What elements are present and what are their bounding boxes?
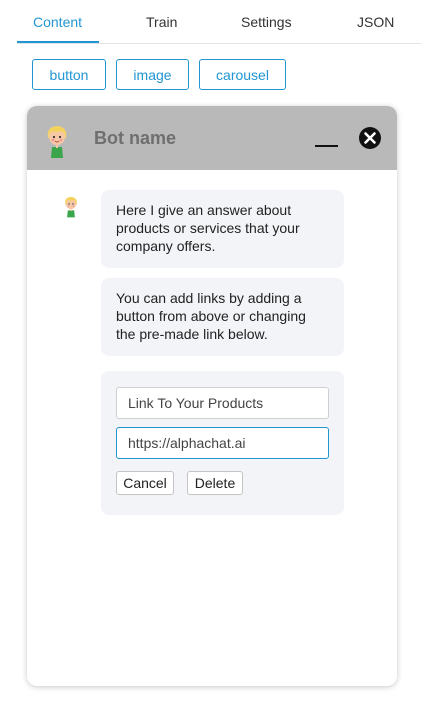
active-tab-indicator bbox=[17, 41, 99, 43]
chat-window: Bot name Here I give an answer about pro… bbox=[27, 106, 397, 686]
link-url-input[interactable] bbox=[116, 427, 329, 459]
link-button-card: Cancel Delete bbox=[101, 371, 344, 515]
tab-settings[interactable]: Settings bbox=[241, 14, 292, 30]
close-icon[interactable] bbox=[358, 126, 382, 150]
minimize-icon[interactable] bbox=[315, 145, 338, 147]
tab-bar: Content Train Settings JSON bbox=[17, 0, 421, 44]
delete-button[interactable]: Delete bbox=[187, 471, 243, 495]
bot-message: You can add links by adding a button fro… bbox=[101, 278, 344, 356]
add-image-button[interactable]: image bbox=[116, 59, 189, 90]
bot-avatar-icon bbox=[65, 196, 77, 218]
chat-header: Bot name bbox=[27, 106, 397, 170]
add-button-button[interactable]: button bbox=[32, 59, 106, 90]
bot-message: Here I give an answer about products or … bbox=[101, 190, 344, 268]
tab-content[interactable]: Content bbox=[33, 14, 82, 30]
tab-json[interactable]: JSON bbox=[357, 14, 394, 30]
tab-train[interactable]: Train bbox=[146, 14, 177, 30]
chatbot-editor: Content Train Settings JSON button image… bbox=[0, 0, 421, 705]
link-title-input[interactable] bbox=[116, 387, 329, 419]
bot-avatar-icon bbox=[47, 126, 67, 158]
bot-name: Bot name bbox=[94, 128, 177, 148]
cancel-button[interactable]: Cancel bbox=[116, 471, 174, 495]
add-carousel-button[interactable]: carousel bbox=[199, 59, 286, 90]
